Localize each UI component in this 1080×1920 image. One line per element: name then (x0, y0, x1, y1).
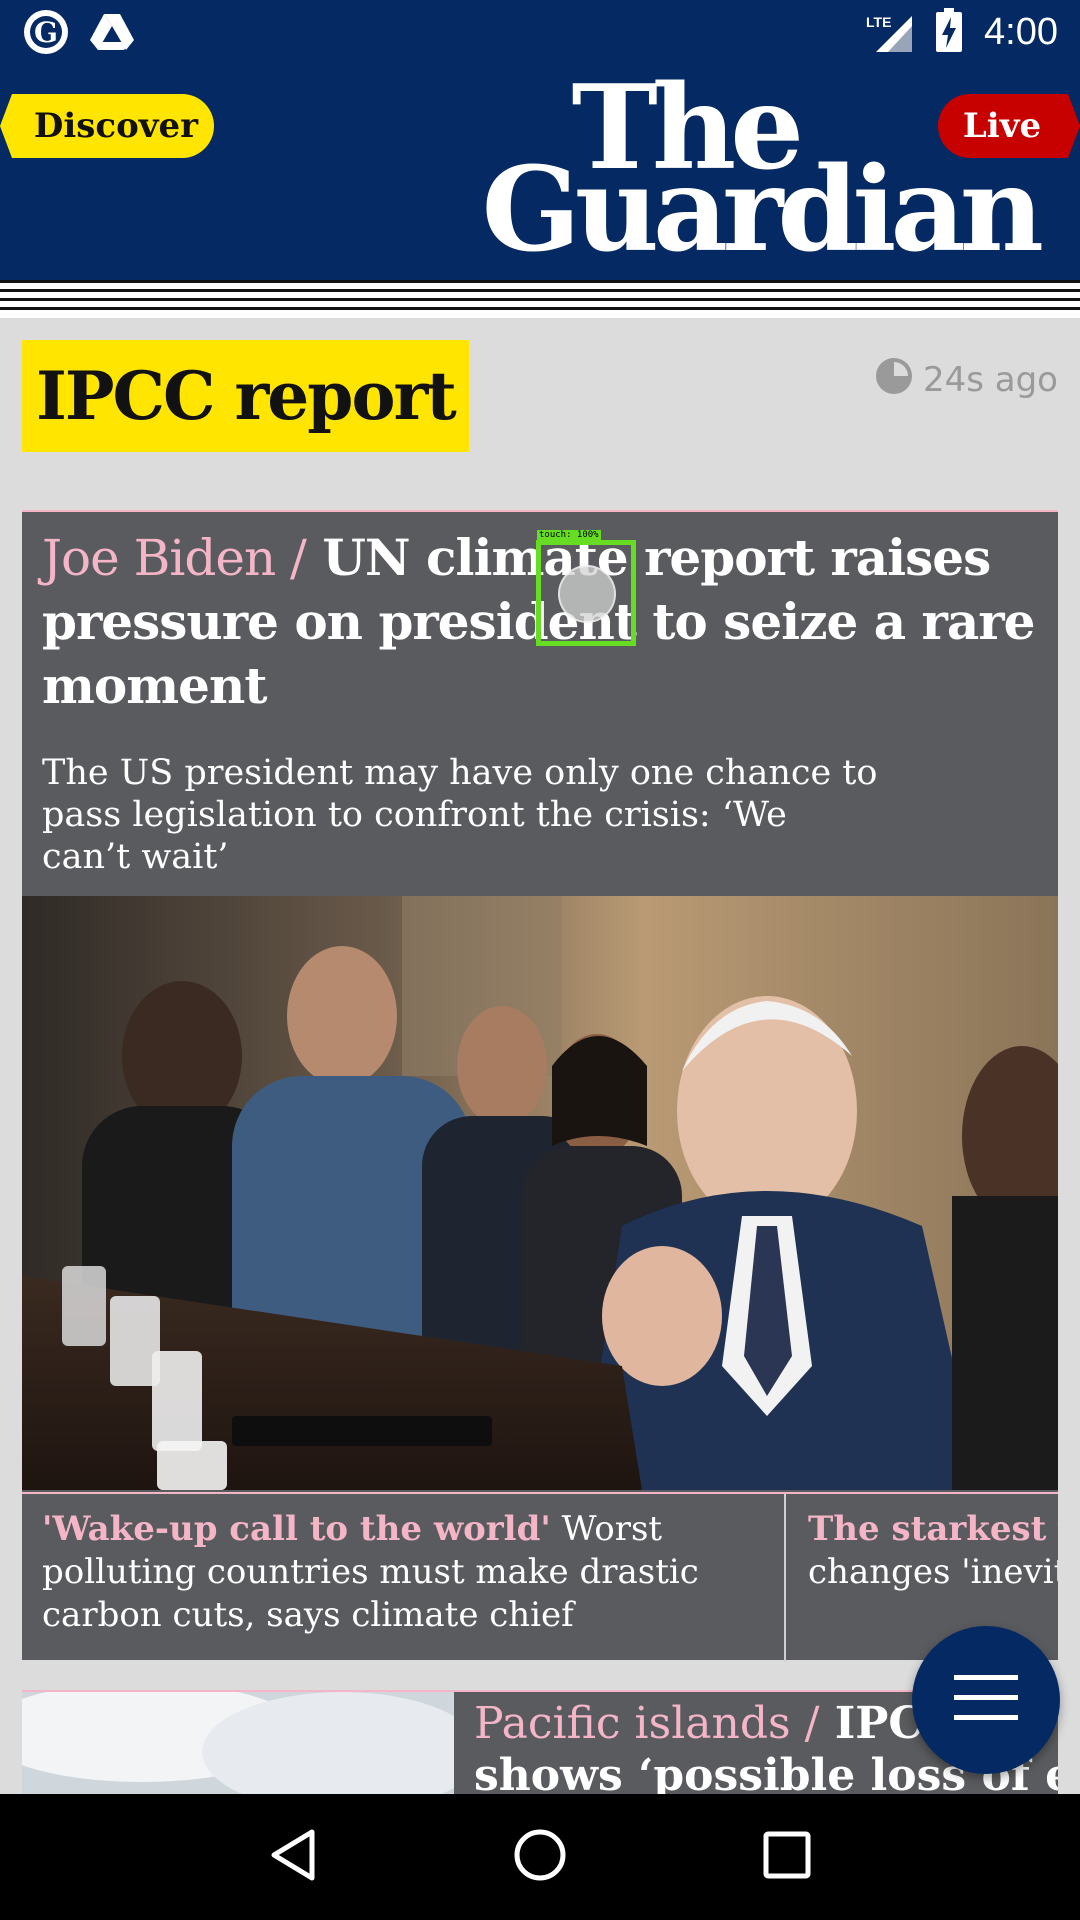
clock-icon (875, 357, 913, 404)
status-bar: G LTE 4:00 (0, 0, 1080, 64)
drive-icon (90, 12, 134, 56)
sub-story-1-kicker: 'Wake-up call to the world' (42, 1509, 551, 1549)
live-button[interactable]: Live (938, 94, 1080, 158)
sub-story-2-kicker: The starkest w (808, 1509, 1058, 1549)
svg-text:G: G (34, 16, 58, 49)
menu-fab[interactable] (912, 1626, 1060, 1774)
timestamp: 24s ago (875, 357, 1058, 404)
discover-button[interactable]: Discover (0, 94, 214, 158)
rule-line (0, 307, 1080, 310)
rule-line (0, 289, 1080, 292)
signal-icon: LTE (866, 12, 914, 52)
back-button[interactable] (258, 1822, 328, 1892)
hamburger-menu-icon (954, 1675, 1018, 1725)
recents-square-icon (763, 1831, 811, 1883)
navigation-bar (0, 1794, 1080, 1920)
sub-story-1[interactable]: 'Wake-up call to the world' Worst pollut… (22, 1494, 786, 1662)
main-story-standfirst: The US president may have only one chanc… (42, 753, 878, 877)
main-story-kicker: Joe Biden / (42, 529, 307, 587)
back-triangle-icon (268, 1828, 318, 1886)
section-title[interactable]: IPCC report (22, 340, 469, 452)
main-story-card[interactable]: Joe Biden / UN climate report raises pre… (22, 510, 1058, 1662)
masthead-rules (0, 280, 1080, 322)
hero-image[interactable] (22, 896, 1058, 1490)
rule-line (0, 298, 1080, 301)
timestamp-text: 24s ago (922, 360, 1058, 400)
sub-stories: 'Wake-up call to the world' Worst pollut… (22, 1492, 1058, 1662)
touch-indicator-label: touch: 100% (537, 530, 601, 540)
touch-point (558, 565, 616, 623)
rule-gap (0, 318, 1080, 322)
masthead: Discover The Guardian Live (0, 64, 1080, 280)
sub-story-2-headline: changes 'inevita (808, 1552, 1058, 1592)
screen: G LTE 4:00 Discover The Guardian Live IP… (0, 0, 1080, 1920)
home-button[interactable] (505, 1822, 575, 1892)
clock: 4:00 (984, 10, 1058, 53)
home-circle-icon (513, 1828, 567, 1886)
second-story-kicker: Pacific islands / (474, 1698, 820, 1749)
logo-line-guardian: Guardian (481, 142, 1044, 278)
recents-button[interactable] (752, 1822, 822, 1892)
guardian-app-icon: G (22, 8, 70, 60)
status-left: G (22, 8, 134, 60)
status-right: LTE 4:00 (866, 8, 1058, 56)
battery-charging-icon (936, 8, 963, 56)
rule-line (0, 280, 1080, 283)
